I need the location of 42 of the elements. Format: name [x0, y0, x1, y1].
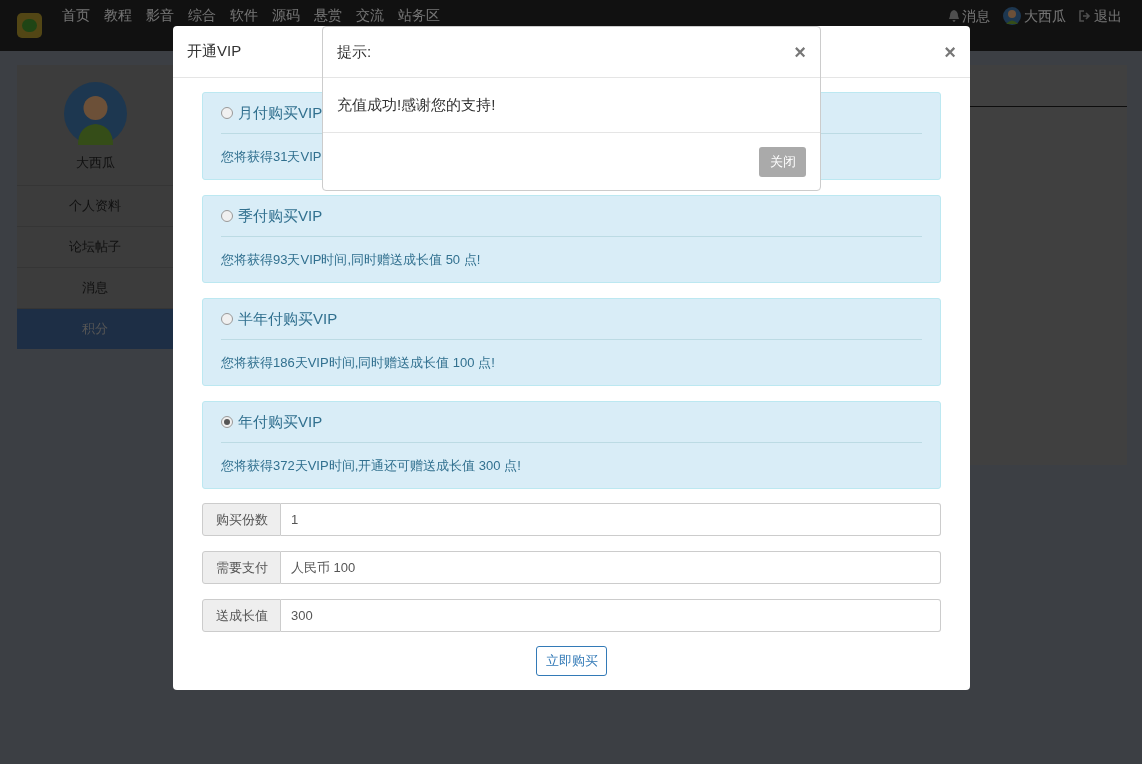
close-button[interactable]: × [794, 42, 806, 62]
nav-link[interactable]: 悬赏 [314, 7, 342, 23]
nav-link[interactable]: 软件 [230, 7, 258, 23]
dialog-title: 开通VIP [187, 41, 242, 62]
nav-link[interactable]: 教程 [104, 7, 132, 23]
nav-link[interactable]: 源码 [272, 7, 300, 23]
bell-icon [949, 10, 959, 22]
dialog-title: 提示: [337, 41, 372, 62]
plan-title: 年付购买VIP [238, 413, 323, 429]
field-label: 送成长值 [202, 599, 281, 632]
input-field[interactable]: 300 [281, 599, 941, 632]
nav-link[interactable]: 消息 [949, 8, 990, 24]
radio-button[interactable] [221, 416, 233, 428]
plan-description: 您将获得93天VIP时间,同时赠送成长值 50 点! [221, 250, 481, 269]
avatar-icon [63, 82, 127, 145]
nav-link[interactable]: 综合 [188, 7, 216, 23]
avatar-icon [1003, 7, 1021, 25]
input-field[interactable]: 人民币 100 [281, 551, 941, 584]
plan-title: 季付购买VIP [238, 207, 323, 223]
plan-title: 半年付购买VIP [238, 310, 338, 326]
plan-description: 您将获得186天VIP时间,同时赠送成长值 100 点! [221, 353, 495, 372]
radio-button[interactable] [221, 210, 233, 222]
plan-description: 您将获得31天VIP [221, 147, 322, 166]
nav-link[interactable]: 站务区 [398, 7, 440, 23]
close-button[interactable]: × [944, 41, 956, 62]
user-menu[interactable]: 大西瓜 [1003, 7, 1066, 25]
nav-link[interactable]: 首页 [62, 7, 90, 23]
plan-title: 月付购买VIP [238, 104, 323, 120]
logo-icon[interactable] [17, 13, 42, 38]
radio-button[interactable] [221, 313, 233, 325]
nav-link[interactable]: 影音 [146, 7, 174, 23]
field-label: 需要支付 [202, 551, 281, 584]
close-button[interactable]: 关闭 [759, 146, 806, 177]
nav-link[interactable]: 交流 [356, 7, 384, 23]
field-label: 购买份数 [202, 503, 281, 536]
plan-description: 您将获得372天VIP时间,开通还可赠送成长值 300 点! [221, 456, 521, 475]
radio-button[interactable] [221, 107, 233, 119]
sign-out-icon [1079, 10, 1091, 22]
nav-link[interactable]: 退出 [1079, 8, 1122, 24]
buy-button[interactable]: 立即购买 [536, 646, 607, 676]
alert-message: 充值成功!感谢您的支持! [337, 94, 496, 115]
input-field[interactable]: 1 [281, 503, 941, 536]
